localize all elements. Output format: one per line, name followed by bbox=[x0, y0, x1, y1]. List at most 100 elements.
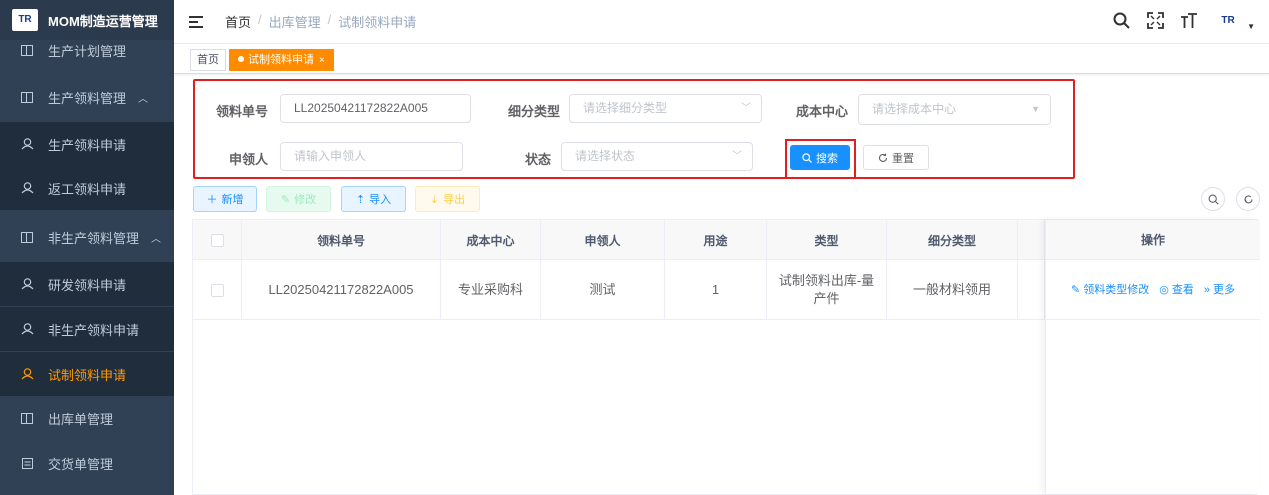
refresh-icon bbox=[1244, 194, 1253, 203]
box-icon bbox=[20, 231, 34, 243]
sidebar-item-label: 出库单管理 bbox=[48, 411, 114, 427]
order-no-input[interactable]: LL20250421172822A005 bbox=[280, 94, 471, 123]
operations-column: 操作 ✎ 领料类型修改 ◎ 查看 » 更多 bbox=[1045, 220, 1260, 494]
edit-type-label: 领料类型修改 bbox=[1083, 283, 1150, 296]
chevron-up-icon: ︿ bbox=[151, 233, 162, 245]
select-all-checkbox[interactable] bbox=[210, 233, 224, 247]
applicant-input[interactable]: 请输入申领人 bbox=[280, 142, 463, 171]
user-icon bbox=[20, 368, 34, 380]
label-status: 状态 bbox=[524, 152, 551, 167]
sidebar-item-label: 试制领料申请 bbox=[48, 367, 127, 383]
sidebar-item-production-plan[interactable]: 生产计划管理 bbox=[0, 33, 174, 67]
col-subtype: 细分类型 bbox=[887, 220, 1018, 260]
tag-home[interactable]: 首页 bbox=[190, 49, 226, 71]
sidebar-item-trial-picking-apply[interactable]: 试制领料申请 bbox=[0, 352, 174, 396]
caret-down-icon: ▼ bbox=[1031, 104, 1040, 114]
col-operations: 操作 bbox=[1046, 220, 1260, 260]
double-chevron-right-icon: » bbox=[1203, 283, 1210, 296]
data-table: 领料单号 成本中心 申领人 用途 类型 细分类型 LL2025042117282… bbox=[192, 219, 1260, 495]
status-placeholder: 请选择状态 bbox=[575, 149, 636, 163]
edit-button-label: 修改 bbox=[294, 194, 317, 206]
breadcrumb-home[interactable]: 首页 bbox=[225, 12, 251, 31]
refresh-table-button[interactable] bbox=[1236, 187, 1260, 211]
sidebar-item-rework-picking-apply[interactable]: 返工领料申请 bbox=[0, 166, 174, 210]
close-icon[interactable]: × bbox=[319, 55, 325, 66]
search-icon bbox=[1208, 194, 1219, 205]
cell-cost-center: 专业采购科 bbox=[441, 260, 541, 320]
breadcrumb-current: 试制领料申请 bbox=[338, 15, 417, 30]
box-icon bbox=[20, 91, 34, 103]
chevron-down-icon: ﹀ bbox=[741, 103, 751, 114]
cell-hidden bbox=[1018, 260, 1045, 320]
download-icon: ⇣ bbox=[429, 193, 440, 206]
cell-order-no: LL20250421172822A005 bbox=[242, 260, 441, 320]
sidebar-item-label: 非生产领料申请 bbox=[48, 322, 140, 338]
upload-icon: ⇡ bbox=[355, 193, 366, 206]
list-icon bbox=[20, 457, 34, 469]
app-title: MOM制造运营管理 bbox=[48, 13, 158, 29]
edit-icon: ✎ bbox=[280, 193, 291, 206]
search-icon[interactable] bbox=[1111, 11, 1131, 31]
sidebar-item-delivery-order[interactable]: 交货单管理 bbox=[0, 441, 174, 485]
breadcrumb-separator: / bbox=[327, 12, 332, 27]
label-order-no: 领料单号 bbox=[216, 104, 269, 119]
sidebar-item-label: 研发领料申请 bbox=[48, 277, 127, 293]
hamburger-icon[interactable] bbox=[189, 15, 203, 28]
col-order-no: 领料单号 bbox=[242, 220, 441, 260]
sidebar-item-production-picking-apply[interactable]: 生产领料申请 bbox=[0, 122, 174, 166]
sidebar-item-production-picking[interactable]: 生产领料管理 ︿ bbox=[0, 75, 174, 119]
breadcrumb-separator: / bbox=[258, 12, 262, 27]
label-subtype: 细分类型 bbox=[507, 104, 560, 119]
select-all-cell bbox=[193, 220, 242, 260]
chevron-up-icon: ︿ bbox=[138, 93, 149, 105]
col-purpose: 用途 bbox=[665, 220, 767, 260]
user-icon bbox=[20, 182, 34, 194]
subtype-placeholder: 请选择细分类型 bbox=[583, 101, 668, 115]
search-button[interactable]: 搜索 bbox=[790, 145, 850, 170]
avatar[interactable]: TR bbox=[1213, 11, 1243, 31]
cell-purpose: 1 bbox=[665, 260, 767, 320]
tag-current[interactable]: 试制领料申请 × bbox=[229, 49, 334, 71]
col-type: 类型 bbox=[767, 220, 887, 260]
edit-button[interactable]: ✎ 修改 bbox=[266, 186, 331, 212]
toggle-search-button[interactable] bbox=[1201, 187, 1225, 211]
font-size-icon[interactable] bbox=[1179, 11, 1199, 31]
sidebar-item-label: 生产领料管理 bbox=[48, 90, 127, 106]
box-icon bbox=[20, 412, 34, 424]
export-button[interactable]: ⇣ 导出 bbox=[415, 186, 480, 212]
export-button-label: 导出 bbox=[443, 194, 466, 206]
caret-down-icon[interactable]: ▼ bbox=[1247, 22, 1255, 31]
view-link[interactable]: ◎ 查看 bbox=[1159, 281, 1194, 299]
user-icon bbox=[20, 278, 34, 290]
edit-type-link[interactable]: ✎ 领料类型修改 bbox=[1071, 281, 1149, 299]
breadcrumb-outbound: 出库管理 bbox=[268, 15, 321, 30]
fullscreen-icon[interactable] bbox=[1145, 11, 1165, 31]
sidebar-item-outbound-order[interactable]: 出库单管理 bbox=[0, 396, 174, 440]
add-button[interactable]: ＋新增 bbox=[193, 186, 257, 212]
reset-button[interactable]: 重置 bbox=[863, 145, 929, 170]
view-label: 查看 bbox=[1171, 283, 1194, 296]
sidebar-item-label: 返工领料申请 bbox=[48, 181, 127, 197]
row-checkbox[interactable] bbox=[210, 283, 224, 297]
user-icon bbox=[20, 138, 34, 150]
cost-center-select[interactable]: 请选择成本中心 ▼ bbox=[858, 94, 1051, 125]
subtype-select[interactable]: 请选择细分类型 ﹀ bbox=[569, 94, 762, 123]
label-applicant: 申领人 bbox=[228, 152, 268, 167]
status-select[interactable]: 请选择状态 ﹀ bbox=[561, 142, 753, 171]
dot-icon bbox=[238, 56, 244, 62]
import-button[interactable]: ⇡ 导入 bbox=[341, 186, 406, 212]
cell-applicant: 测试 bbox=[541, 260, 665, 320]
refresh-icon bbox=[879, 153, 888, 162]
col-hidden bbox=[1018, 220, 1045, 260]
sidebar-item-nonproduction-picking[interactable]: 非生产领料管理 ︿ bbox=[0, 215, 174, 259]
search-button-label: 搜索 bbox=[816, 152, 838, 165]
import-button-label: 导入 bbox=[369, 194, 392, 206]
header-tools: TR ▼ bbox=[1111, 10, 1255, 31]
cell-subtype: 一般材料领用 bbox=[887, 260, 1018, 320]
more-label: 更多 bbox=[1212, 283, 1235, 296]
col-applicant: 申领人 bbox=[541, 220, 665, 260]
more-link[interactable]: » 更多 bbox=[1204, 281, 1235, 299]
eye-icon: ◎ bbox=[1159, 283, 1169, 296]
sidebar-item-nonproduction-picking-apply[interactable]: 非生产领料申请 bbox=[0, 307, 174, 351]
sidebar-item-rd-picking-apply[interactable]: 研发领料申请 bbox=[0, 262, 174, 306]
